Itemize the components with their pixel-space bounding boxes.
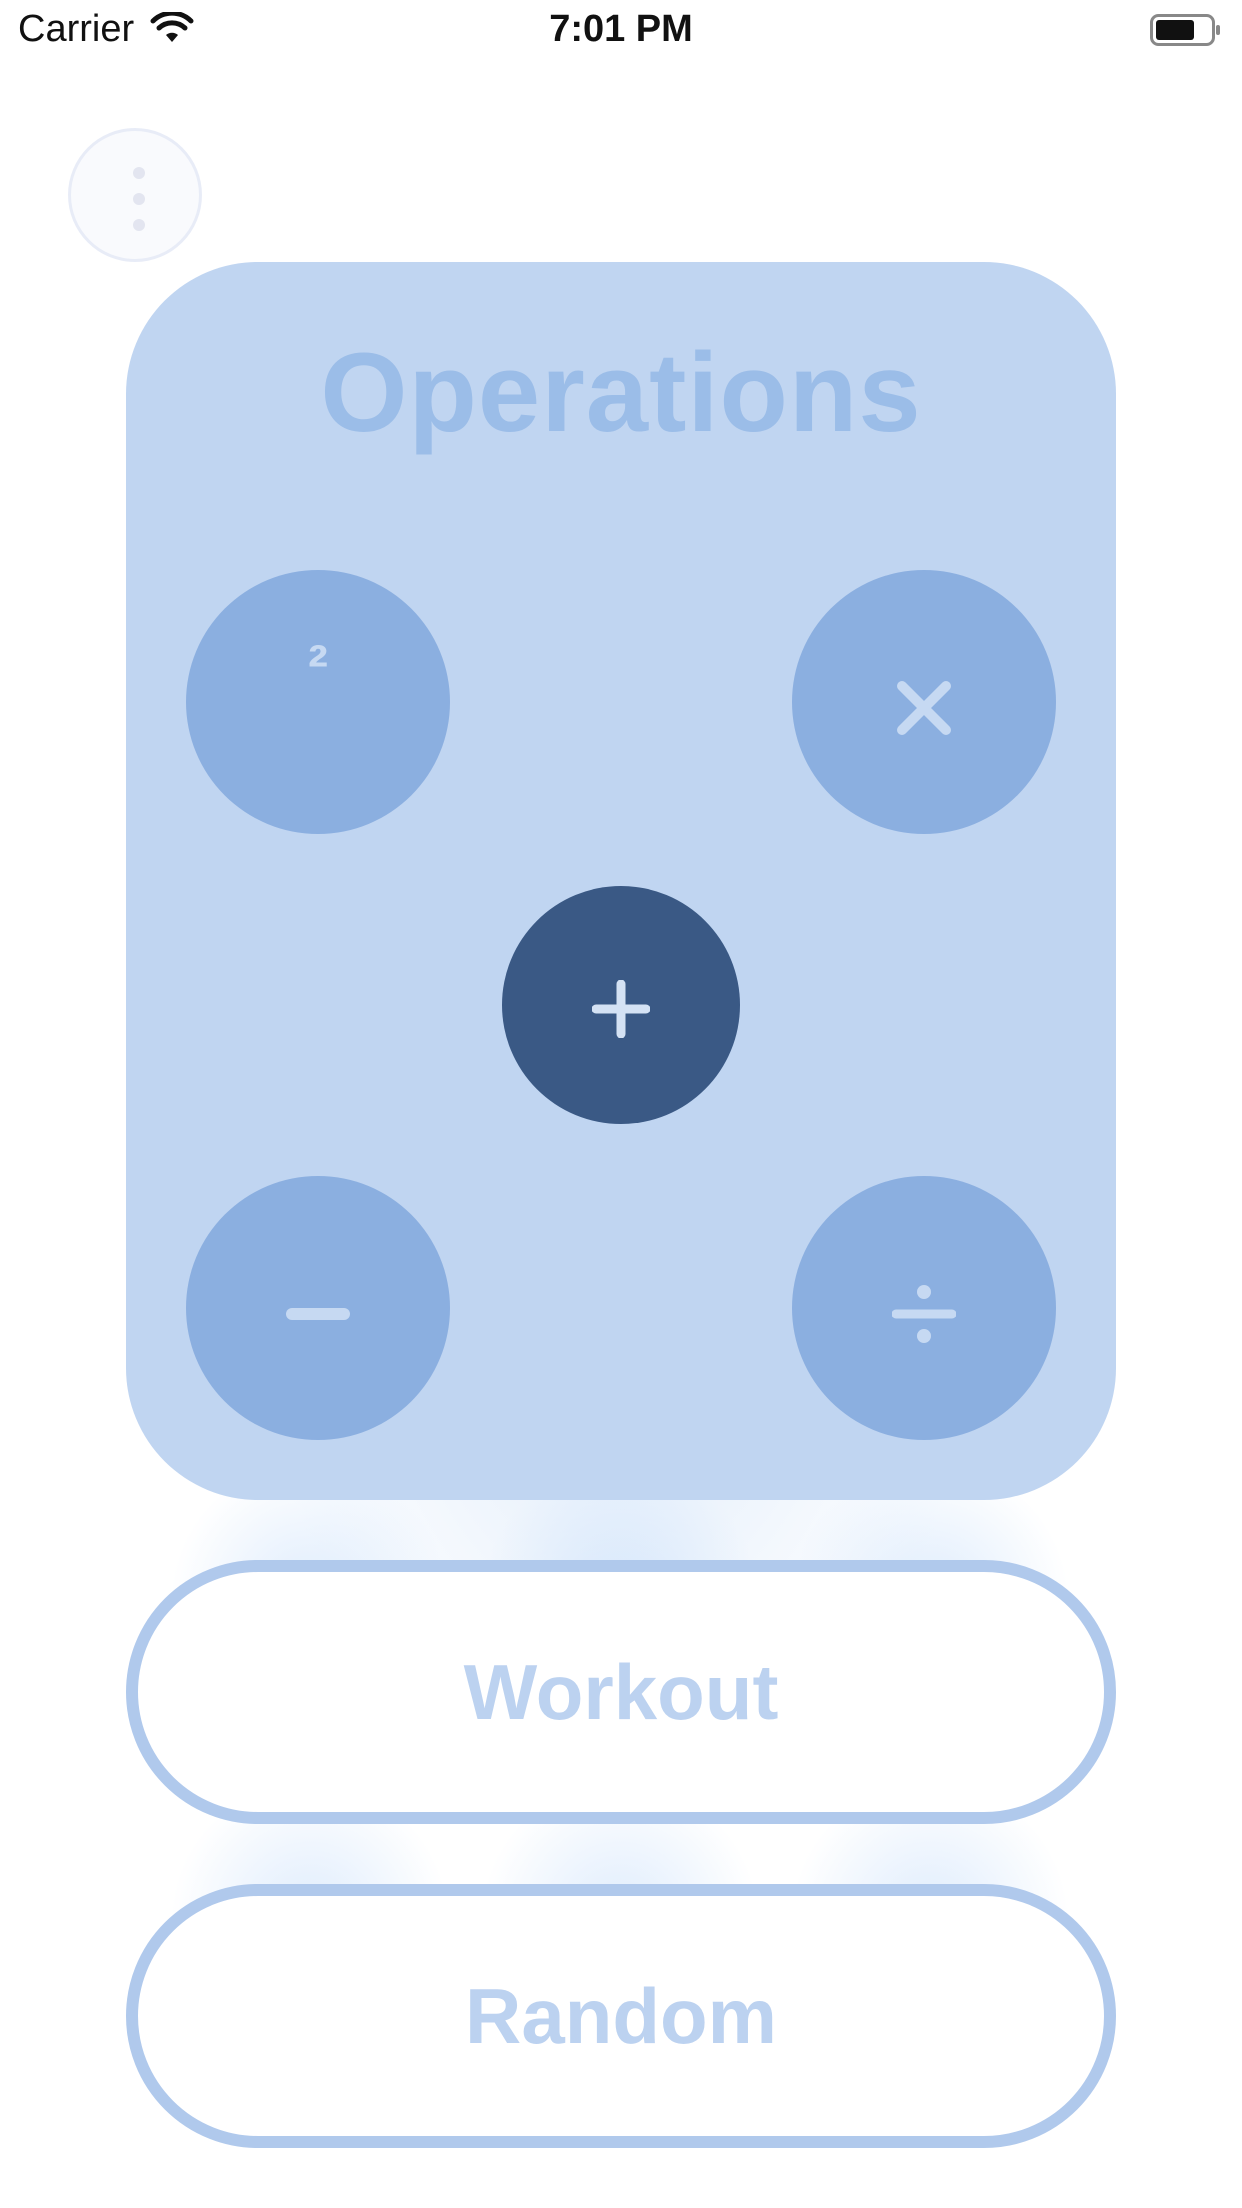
- square-operation-button[interactable]: ²: [186, 570, 450, 834]
- add-operation-button[interactable]: [502, 886, 740, 1124]
- status-time: 7:01 PM: [549, 8, 693, 50]
- multiply-operation-button[interactable]: [792, 570, 1056, 834]
- workout-button[interactable]: Workout: [126, 1560, 1116, 1824]
- square-icon: ²: [308, 633, 328, 700]
- subtract-operation-button[interactable]: [186, 1176, 450, 1440]
- operations-title: Operations: [320, 330, 922, 455]
- plus-icon: [592, 980, 650, 1038]
- battery-icon: [1150, 14, 1220, 46]
- more-menu-button[interactable]: [68, 128, 202, 262]
- divide-operation-button[interactable]: [792, 1176, 1056, 1440]
- status-bar: Carrier 7:01 PM: [0, 0, 1242, 62]
- operations-card: Operations ²: [126, 262, 1116, 1500]
- more-vertical-icon: [133, 193, 145, 205]
- minus-icon: [286, 1308, 350, 1320]
- more-vertical-icon: [133, 167, 145, 179]
- random-button[interactable]: Random: [126, 1884, 1116, 2148]
- multiply-icon: [897, 681, 951, 735]
- random-label: Random: [465, 1971, 777, 2060]
- more-vertical-icon: [133, 219, 145, 231]
- workout-label: Workout: [463, 1647, 779, 1736]
- divide-icon: [892, 1285, 956, 1343]
- app-screen: Carrier 7:01 PM Operations ² Workout Ran…: [0, 0, 1242, 2208]
